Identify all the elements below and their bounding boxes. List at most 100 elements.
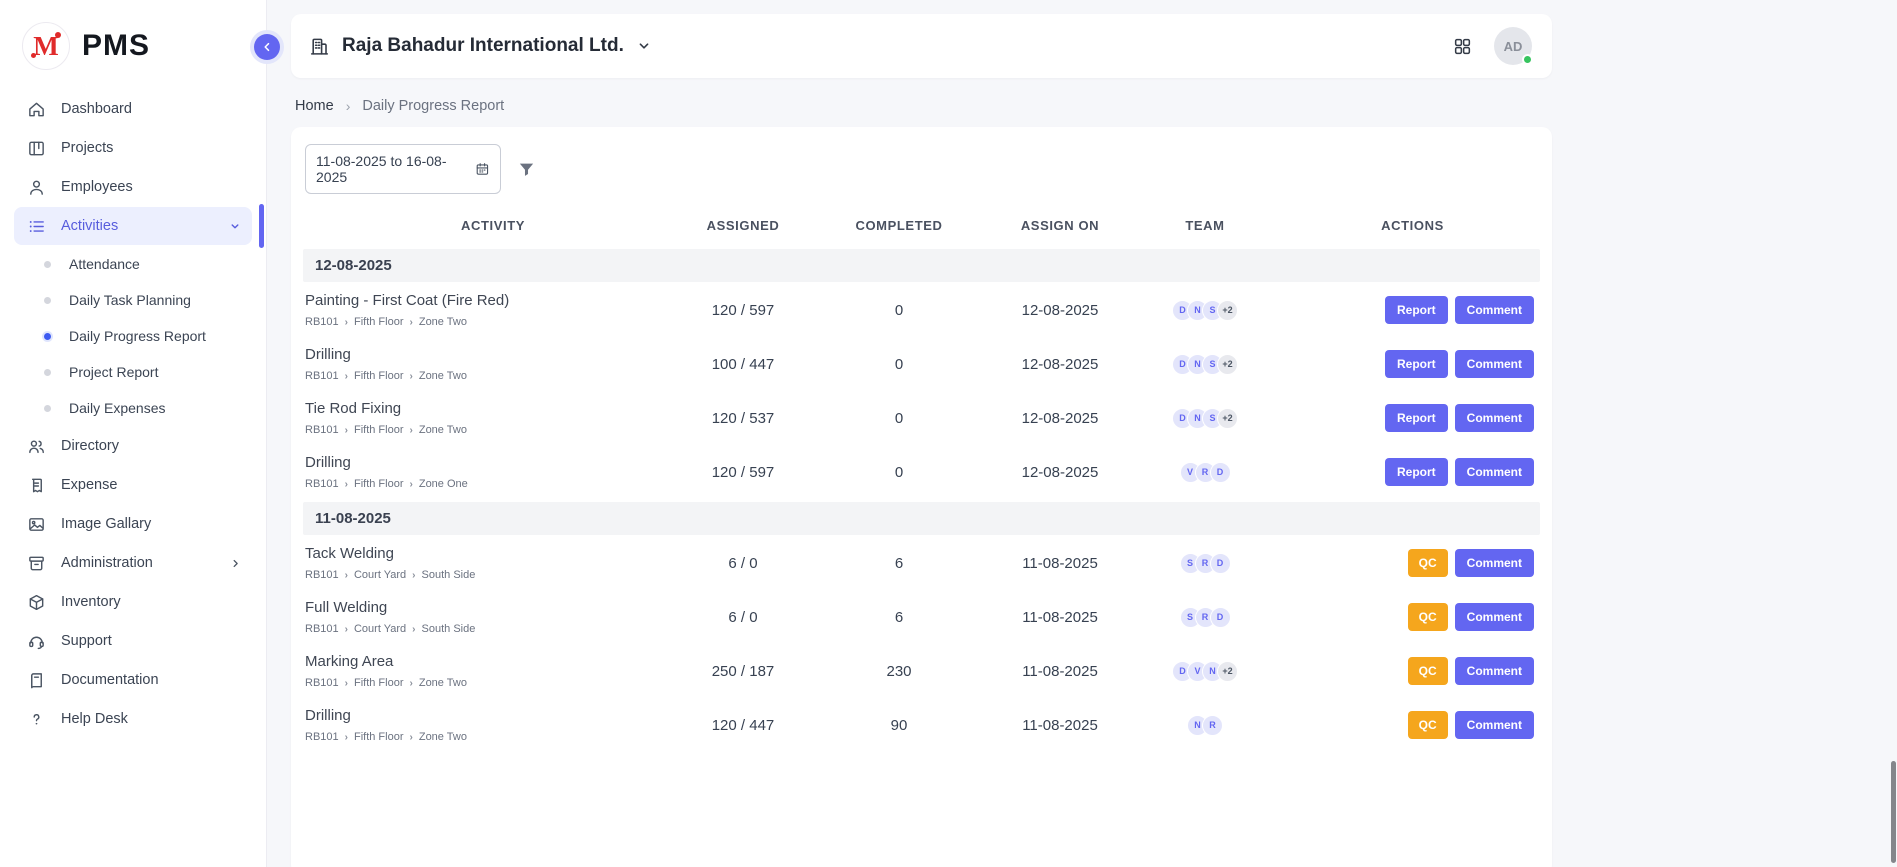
comment-button[interactable]: Comment — [1455, 657, 1534, 685]
assigned-value: 100 / 447 — [683, 356, 803, 373]
report-button[interactable]: Report — [1385, 296, 1448, 324]
sidebar-item-inventory[interactable]: Inventory — [14, 583, 252, 621]
assigned-value: 120 / 597 — [683, 464, 803, 481]
column-header-completed: COMPLETED — [803, 218, 995, 233]
sidebar-item-projects[interactable]: Projects — [14, 129, 252, 167]
path-segment: Zone Two — [419, 370, 467, 382]
filter-icon[interactable] — [517, 160, 536, 179]
sidebar-item-administration[interactable]: Administration — [14, 544, 252, 582]
sidebar-subitem-daily-task-planning[interactable]: Daily Task Planning — [0, 282, 266, 318]
comment-button[interactable]: Comment — [1455, 549, 1534, 577]
completed-value: 90 — [803, 717, 995, 734]
activity-cell: Tack Welding RB101›Court Yard›South Side — [303, 545, 683, 581]
sidebar-subitem-label: Attendance — [69, 256, 140, 272]
dashboard-icon — [26, 99, 46, 119]
sidebar-item-employees[interactable]: Employees — [14, 168, 252, 206]
assign-on-value: 11-08-2025 — [995, 717, 1125, 734]
path-separator-icon: › — [410, 371, 413, 382]
report-button[interactable]: Report — [1385, 350, 1448, 378]
report-button[interactable]: Report — [1385, 404, 1448, 432]
sidebar-subitem-attendance[interactable]: Attendance — [0, 246, 266, 282]
assign-on-value: 12-08-2025 — [995, 302, 1125, 319]
sidebar-item-support[interactable]: Support — [14, 622, 252, 660]
comment-button[interactable]: Comment — [1455, 296, 1534, 324]
bullet-icon — [44, 297, 51, 304]
sidebar-item-image-gallery[interactable]: Image Gallary — [14, 505, 252, 543]
activity-cell: Painting - First Coat (Fire Red) RB101›F… — [303, 292, 683, 328]
team-extra-count[interactable]: +2 — [1217, 354, 1238, 375]
qc-button[interactable]: QC — [1408, 657, 1448, 685]
column-header-assigned: ASSIGNED — [683, 218, 803, 233]
scrollbar[interactable] — [1891, 761, 1896, 863]
assign-on-value: 12-08-2025 — [995, 464, 1125, 481]
bullet-icon — [44, 261, 51, 268]
sidebar-subitem-daily-progress-report[interactable]: Daily Progress Report — [0, 318, 266, 354]
path-segment: Fifth Floor — [354, 731, 404, 743]
path-separator-icon: › — [345, 678, 348, 689]
activity-cell: Drilling RB101›Fifth Floor›Zone Two — [303, 346, 683, 382]
path-segment: RB101 — [305, 731, 339, 743]
completed-value: 6 — [803, 555, 995, 572]
path-segment: RB101 — [305, 569, 339, 581]
directory-icon — [26, 436, 46, 456]
team-member-avatar[interactable]: D — [1210, 607, 1231, 628]
logo-text: PMS — [82, 29, 150, 63]
row-actions: ReportComment — [1285, 404, 1540, 432]
sidebar-item-directory[interactable]: Directory — [14, 427, 252, 465]
team-extra-count[interactable]: +2 — [1217, 300, 1238, 321]
employees-icon — [26, 177, 46, 197]
activity-path: RB101›Fifth Floor›Zone One — [305, 478, 683, 490]
sidebar-item-documentation[interactable]: Documentation — [14, 661, 252, 699]
team-member-avatar[interactable]: D — [1210, 462, 1231, 483]
comment-button[interactable]: Comment — [1455, 350, 1534, 378]
comment-button[interactable]: Comment — [1455, 711, 1534, 739]
breadcrumb-home-link[interactable]: Home — [295, 98, 334, 114]
sidebar-item-help-desk[interactable]: Help Desk — [14, 700, 252, 738]
chevron-right-icon: › — [346, 98, 351, 114]
team-avatars: DNS+2 — [1125, 354, 1285, 375]
chevron-right-icon — [229, 557, 242, 570]
table-row: Marking Area RB101›Fifth Floor›Zone Two … — [303, 645, 1540, 699]
team-member-avatar[interactable]: R — [1202, 715, 1223, 736]
sidebar-subitem-label: Daily Task Planning — [69, 292, 191, 308]
sidebar-item-label: Expense — [61, 477, 117, 493]
team-member-avatar[interactable]: D — [1210, 553, 1231, 574]
path-separator-icon: › — [410, 425, 413, 436]
comment-button[interactable]: Comment — [1455, 603, 1534, 631]
user-avatar[interactable]: AD — [1494, 27, 1532, 65]
activity-path: RB101›Fifth Floor›Zone Two — [305, 424, 683, 436]
sidebar-subitem-project-report[interactable]: Project Report — [0, 354, 266, 390]
team-avatars: DNS+2 — [1125, 408, 1285, 429]
column-header-team: TEAM — [1125, 218, 1285, 233]
path-segment: Zone Two — [419, 677, 467, 689]
sidebar-item-label: Projects — [61, 140, 113, 156]
expense-icon — [26, 475, 46, 495]
team-extra-count[interactable]: +2 — [1217, 661, 1238, 682]
sidebar-item-activities[interactable]: Activities — [14, 207, 252, 245]
company-selector[interactable]: Raja Bahadur International Ltd. — [309, 35, 652, 57]
completed-value: 230 — [803, 663, 995, 680]
date-range-picker[interactable]: 11-08-2025 to 16-08-2025 — [305, 144, 501, 194]
activity-cell: Drilling RB101›Fifth Floor›Zone One — [303, 454, 683, 490]
sidebar-item-label: Administration — [61, 555, 153, 571]
sidebar-subitem-daily-expenses[interactable]: Daily Expenses — [0, 390, 266, 426]
team-extra-count[interactable]: +2 — [1217, 408, 1238, 429]
sidebar-item-dashboard[interactable]: Dashboard — [14, 90, 252, 128]
top-header-bar: Raja Bahadur International Ltd. AD — [291, 14, 1552, 78]
qc-button[interactable]: QC — [1408, 549, 1448, 577]
sidebar-item-expense[interactable]: Expense — [14, 466, 252, 504]
report-button[interactable]: Report — [1385, 458, 1448, 486]
sidebar-collapse-button[interactable] — [254, 34, 280, 60]
qc-button[interactable]: QC — [1408, 603, 1448, 631]
qc-button[interactable]: QC — [1408, 711, 1448, 739]
assign-on-value: 11-08-2025 — [995, 609, 1125, 626]
table-row: Tack Welding RB101›Court Yard›South Side… — [303, 537, 1540, 591]
apps-grid-icon[interactable] — [1453, 37, 1472, 56]
active-bullet-icon — [44, 333, 51, 340]
comment-button[interactable]: Comment — [1455, 404, 1534, 432]
path-segment: Zone Two — [419, 424, 467, 436]
path-segment: Fifth Floor — [354, 424, 404, 436]
row-actions: QCComment — [1285, 711, 1540, 739]
inventory-icon — [26, 592, 46, 612]
comment-button[interactable]: Comment — [1455, 458, 1534, 486]
